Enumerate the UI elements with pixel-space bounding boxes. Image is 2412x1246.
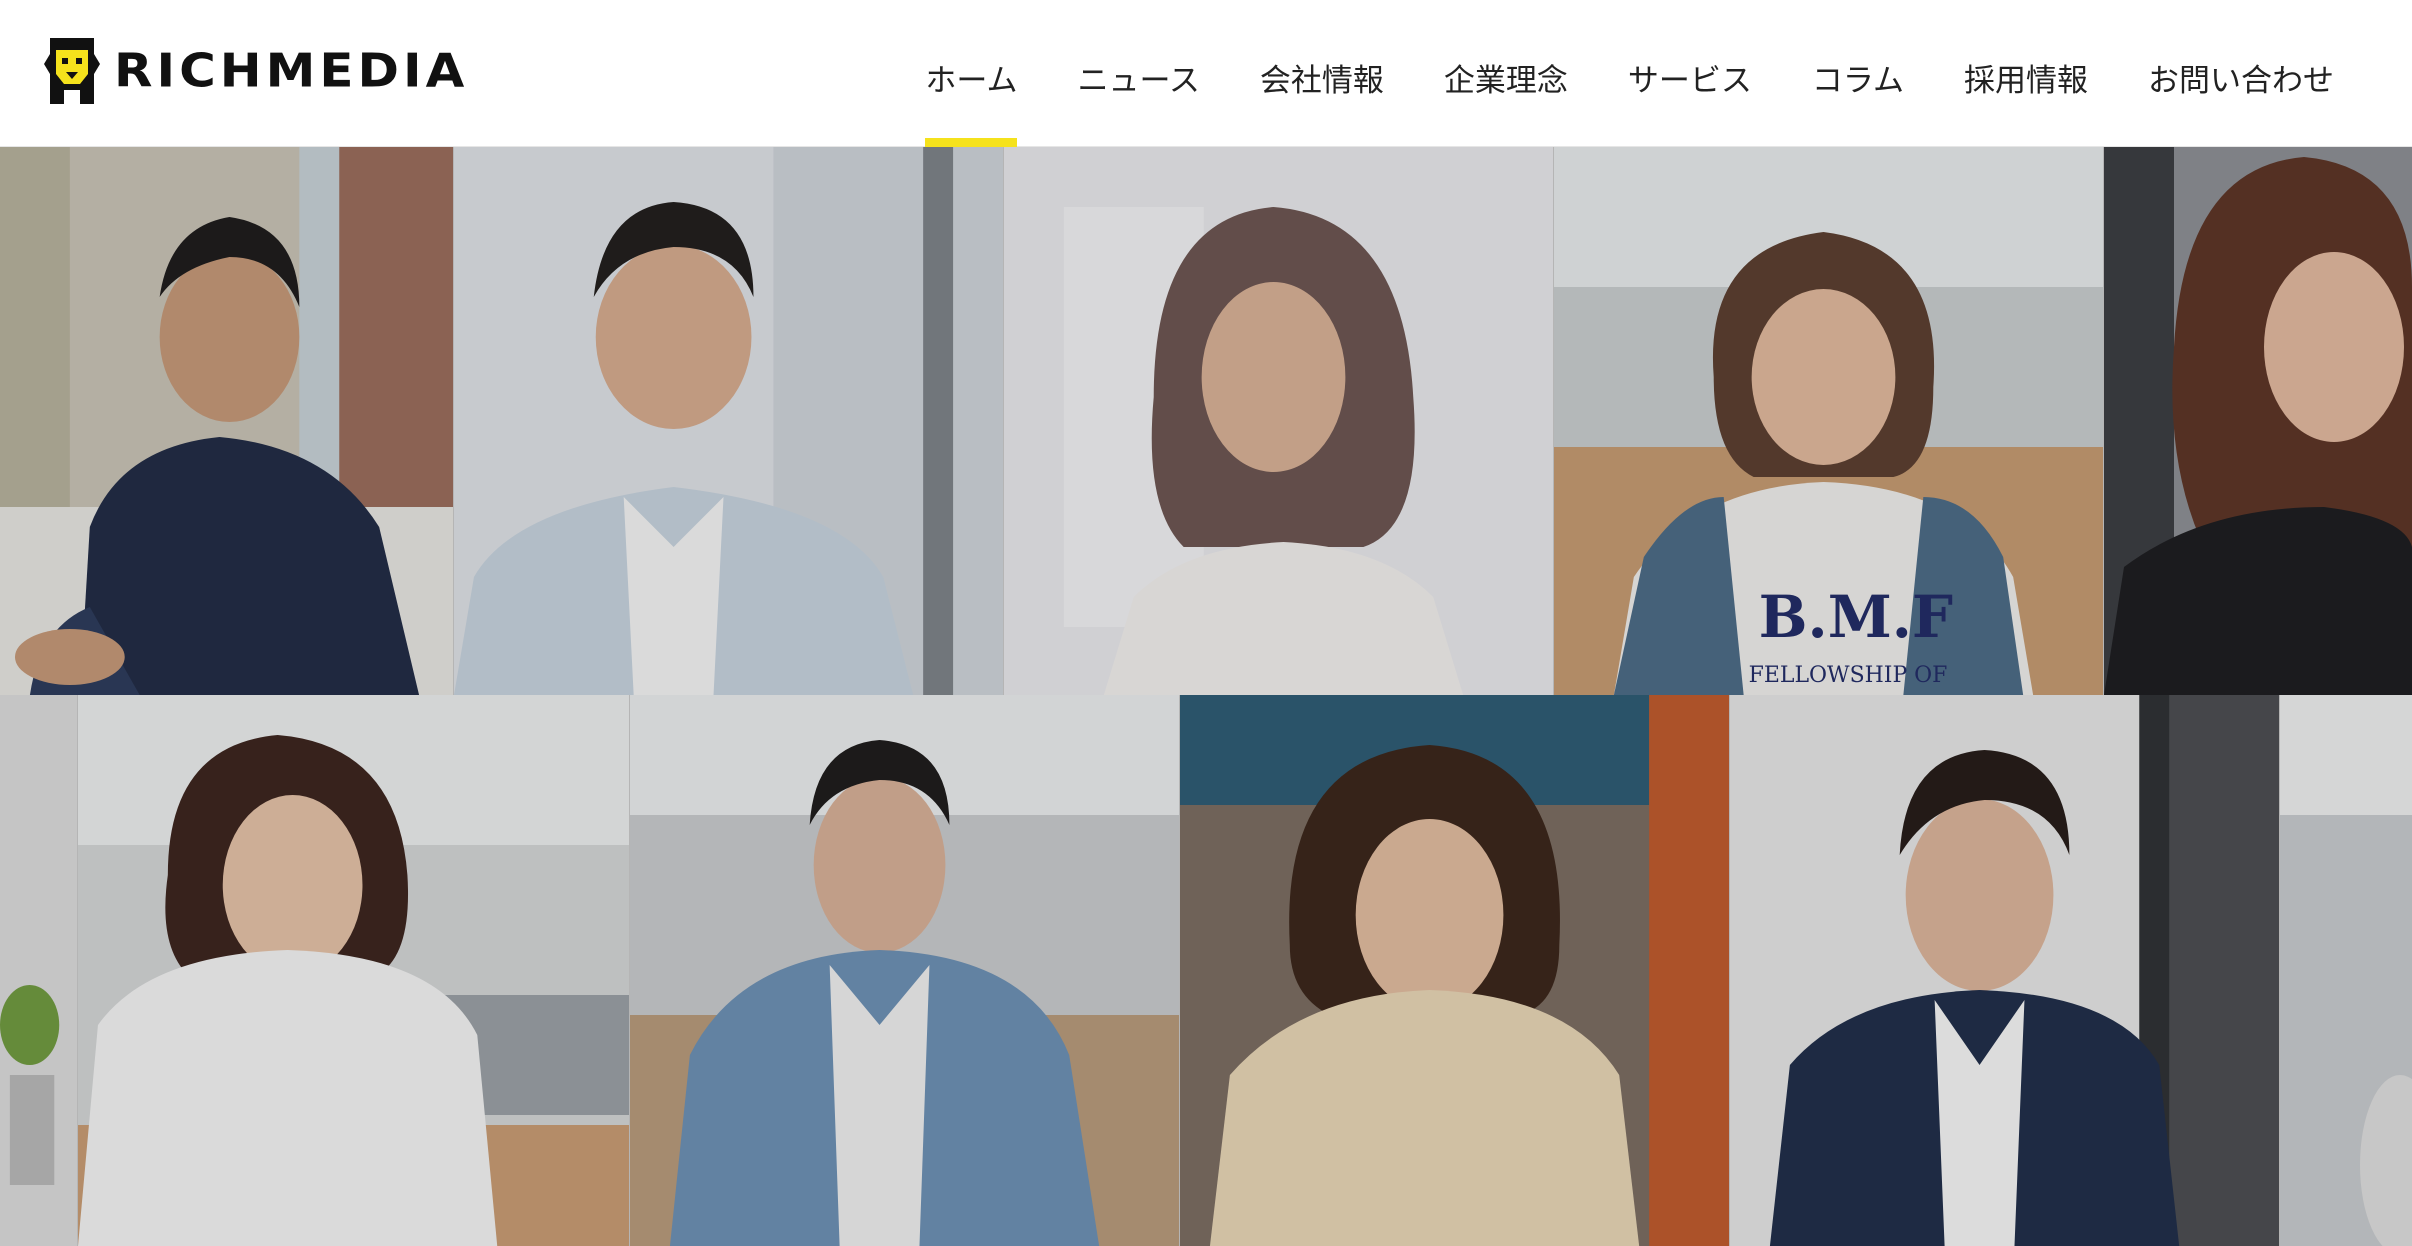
nav-item-label: お問い合わせ	[2148, 63, 2334, 99]
nav-item-label: 採用情報	[1964, 63, 2088, 99]
employee-photo-woman-white-top	[1004, 147, 1554, 695]
employee-photo-man-navy-blazer	[1730, 695, 2280, 1246]
nav-item-label: 会社情報	[1259, 63, 1384, 99]
brand-wordmark: RICHMEDIA	[114, 44, 469, 98]
nav-item-home[interactable]: ホーム	[895, 0, 1047, 147]
nav-item-label: ニュース	[1077, 63, 1200, 99]
employee-photo-man-denim-jacket	[630, 695, 1180, 1246]
nav-item-label: 企業理念	[1443, 63, 1568, 99]
employee-photo-man-vest	[454, 147, 1004, 695]
svg-text:FELLOWSHIP OF: FELLOWSHIP OF	[1749, 663, 1948, 688]
office-photo-edge	[2280, 695, 2412, 1246]
main-nav: ホーム ニュース 会社情報 企業理念 サービス コラム 採用情報 お問い合わせ	[895, 0, 2364, 147]
plant-photo-edge	[0, 695, 78, 1246]
nav-item-column[interactable]: コラム	[1782, 0, 1934, 147]
employee-photo-woman-beige-sweater	[1180, 695, 1730, 1246]
nav-item-service[interactable]: サービス	[1598, 0, 1782, 147]
employee-photo-woman-white-shirt	[78, 695, 630, 1246]
nav-item-label: コラム	[1811, 63, 1904, 99]
site-header: RICHMEDIA ホーム ニュース 会社情報 企業理念 サービス コラム 採用…	[0, 0, 2412, 147]
lion-head-icon	[44, 38, 100, 104]
photo-row-top: B.M.F FELLOWSHIP OF	[0, 147, 2412, 695]
hero-photo-grid: B.M.F FELLOWSHIP OF	[0, 147, 2412, 1246]
nav-item-news[interactable]: ニュース	[1047, 0, 1229, 147]
nav-item-label: ホーム	[925, 63, 1018, 99]
nav-item-label: サービス	[1627, 63, 1752, 99]
tshirt-print: B.M.F	[1759, 583, 1953, 651]
employee-photo-woman-denim-jacket: B.M.F FELLOWSHIP OF	[1554, 147, 2104, 695]
nav-item-recruit[interactable]: 採用情報	[1934, 0, 2118, 147]
employee-photo-woman-laughing	[2104, 147, 2412, 695]
nav-item-philosophy[interactable]: 企業理念	[1414, 0, 1598, 147]
site-logo[interactable]: RICHMEDIA	[44, 34, 468, 108]
photo-row-bottom	[0, 695, 2412, 1246]
nav-item-company[interactable]: 会社情報	[1230, 0, 1414, 147]
employee-photo-man-navy-shirt	[0, 147, 454, 695]
nav-item-contact[interactable]: お問い合わせ	[2118, 0, 2364, 147]
